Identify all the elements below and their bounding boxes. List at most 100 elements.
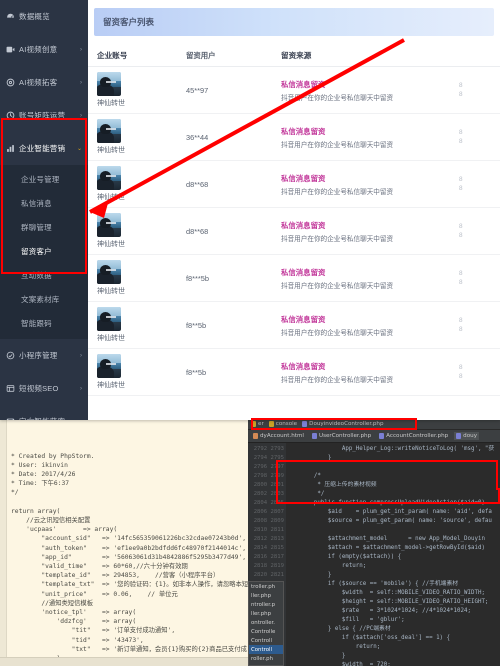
chevron-right-icon: › xyxy=(80,46,82,53)
sidebar-subitem-label: 文案素材库 xyxy=(21,294,60,304)
php-file-icon xyxy=(302,420,308,427)
avatar xyxy=(97,119,121,143)
sidebar-item-miniprogram[interactable]: 小程序管理 › xyxy=(0,339,88,372)
tab-douyinvideocontroller[interactable]: DouyinvideoController.php xyxy=(302,420,384,427)
table-row[interactable]: 神仙转世 f8**5b 私信消息留资 抖音用户在你的企业号私信聊天中留资 8 8 xyxy=(88,349,500,396)
sidebar-item-label: 定向智能获客 xyxy=(19,416,78,420)
table-header-row: 企业账号 留资用户 留资来源 xyxy=(88,45,500,67)
browser-app-window: 数据概览 AI视频创意 › AI视频拓客 › 账号矩阵运营 › 企业智能营销 ⌄… xyxy=(0,0,500,420)
sidebar-subitem-enterprise-account[interactable]: 企业号管理 xyxy=(0,167,88,191)
sidebar-subitem-group-chat[interactable]: 群聊管理 xyxy=(0,215,88,239)
source-description: 抖音用户在你的企业号私信聊天中留资 xyxy=(281,235,394,243)
tab-usercontroller-php[interactable]: UserController.php xyxy=(310,432,373,440)
sidebar-item-short-video-seo[interactable]: 短视频SEO › xyxy=(0,372,88,405)
phpstorm-right-editor[interactable]: er console DouyinvideoController.php dyA… xyxy=(248,418,500,666)
sidebar-subitem-lead-customers[interactable]: 留资客户 xyxy=(0,239,88,263)
sidebar-subitem-label: 群聊管理 xyxy=(21,222,52,232)
tab-label: console xyxy=(275,420,298,427)
ide-tabbar-bottom[interactable]: dyAccount.html UserController.php Accoun… xyxy=(248,430,500,443)
tab-label: dyAccount.html xyxy=(260,433,304,439)
file-list-item[interactable]: Controll xyxy=(249,645,283,654)
file-list-item[interactable]: Controll xyxy=(249,636,283,645)
ide-code-content[interactable]: App_Helper_Log::writeNoticeToLog( 'msg',… xyxy=(286,443,500,666)
cell-extra: 88 xyxy=(459,175,500,193)
tab-er[interactable]: er xyxy=(251,420,264,427)
cell-extra: 88 xyxy=(459,128,500,146)
cell-source: 私信消息留资 抖音用户在你的企业号私信聊天中留资 xyxy=(281,79,459,102)
php-file-icon xyxy=(379,433,385,439)
sidebar-item-account-matrix[interactable]: 账号矩阵运营 › xyxy=(0,99,88,132)
page-title: 留资客户列表 xyxy=(94,8,494,36)
cell-account: 神仙转世 xyxy=(88,119,186,155)
phpstorm-left-editor[interactable]: * Created by PhpStorm. * User: ikinvin *… xyxy=(0,418,248,666)
sidebar-item-enterprise-marketing[interactable]: 企业智能营销 ⌄ xyxy=(0,132,88,165)
file-list-item[interactable]: Controlle xyxy=(249,627,283,636)
table-row[interactable]: 神仙转世 d8**68 私信消息留资 抖音用户在你的企业号私信聊天中留资 8 8 xyxy=(88,208,500,255)
cell-user-id: d8**68 xyxy=(186,226,209,236)
file-list-item[interactable]: ontroller. xyxy=(249,618,283,627)
sidebar-subitem-private-message[interactable]: 私信消息 xyxy=(0,191,88,215)
sidebar-item-ai-video-acquisition[interactable]: AI视频拓客 › xyxy=(0,66,88,99)
sidebar-item-targeted-acquisition[interactable]: 定向智能获客 › xyxy=(0,405,88,420)
extra-line-1: 8 xyxy=(459,223,463,230)
cell-extra: 88 xyxy=(459,269,500,287)
extra-line-1: 8 xyxy=(459,317,463,324)
tab-douy-php[interactable]: douy xyxy=(454,432,480,440)
source-description: 抖音用户在你的企业号私信聊天中留资 xyxy=(281,329,394,337)
cell-account: 神仙转世 xyxy=(88,354,186,390)
sidebar-item-dashboard[interactable]: 数据概览 xyxy=(0,0,88,33)
cell-account: 神仙转世 xyxy=(88,72,186,108)
sidebar-subitem-label: 留资客户 xyxy=(21,246,52,256)
chevron-down-icon: ⌄ xyxy=(76,146,82,152)
file-list-item[interactable]: roller.ph xyxy=(249,654,283,663)
source-title: 私信消息留资 xyxy=(281,314,326,324)
tab-accountcontroller-php[interactable]: AccountController.php xyxy=(377,432,450,440)
ide-file-dropdown[interactable]: troller.ph ller.php ntroller.p ller.php ontr… xyxy=(248,581,284,666)
lead-customer-table: 企业账号 留资用户 留资来源 神仙转世 45**97 私信消息留资 抖音用户在你的企业… xyxy=(88,45,500,396)
avatar xyxy=(97,260,121,284)
extra-line-2: 8 xyxy=(459,185,463,192)
sidebar-subitem-copy-library[interactable]: 文案素材库 xyxy=(0,287,88,311)
tab-console[interactable]: console xyxy=(268,420,298,427)
table-row[interactable]: 神仙转世 d8**68 私信消息留资 抖音用户在你的企业号私信聊天中留资 8 8 xyxy=(88,161,500,208)
cell-user-id: d8**68 xyxy=(186,179,209,189)
extra-line-2: 8 xyxy=(459,91,463,98)
file-list-item[interactable]: troller.ph xyxy=(249,582,283,591)
extra-line-1: 8 xyxy=(459,364,463,371)
extra-line-2: 8 xyxy=(459,373,463,380)
chevron-right-icon: › xyxy=(80,385,82,392)
table-row[interactable]: 神仙转世 36**44 私信消息留资 抖音用户在你的企业号私信聊天中留资 8 8 xyxy=(88,114,500,161)
avatar xyxy=(97,166,121,190)
tab-label: er xyxy=(258,420,264,427)
sidebar-subitem-label: 互动数据 xyxy=(21,270,52,280)
dashboard-icon xyxy=(6,12,15,21)
cell-source: 私信消息留资 抖音用户在你的企业号私信聊天中留资 xyxy=(281,126,459,149)
chevron-right-icon: › xyxy=(80,79,82,86)
chevron-right-icon: › xyxy=(80,419,82,421)
file-list-item[interactable]: ntroller.p xyxy=(249,600,283,609)
mail-icon xyxy=(6,417,15,420)
tab-dyaccount-html[interactable]: dyAccount.html xyxy=(251,432,306,440)
sidebar-item-ai-video-creative[interactable]: AI视频创意 › xyxy=(0,33,88,66)
app-icon xyxy=(6,351,15,360)
sidebar-subitem-smart-code[interactable]: 智能跟码 xyxy=(0,311,88,335)
sidebar-item-label: 数据概览 xyxy=(19,12,50,21)
sidebar-nav: 数据概览 AI视频创意 › AI视频拓客 › 账号矩阵运营 › 企业智能营销 ⌄… xyxy=(0,0,88,420)
sidebar-subitem-interaction-data[interactable]: 互动数据 xyxy=(0,263,88,287)
source-title: 私信消息留资 xyxy=(281,79,326,89)
cell-source: 私信消息留资 抖音用户在你的企业号私信聊天中留资 xyxy=(281,361,459,384)
table-row[interactable]: 神仙转世 f8**5b 私信消息留资 抖音用户在你的企业号私信聊天中留资 8 8 xyxy=(88,302,500,349)
avatar xyxy=(97,354,121,378)
tab-label: douy xyxy=(463,433,478,439)
table-row[interactable]: 神仙转世 45**97 私信消息留资 抖音用户在你的企业号私信聊天中留资 8 8 xyxy=(88,67,500,114)
file-list-item[interactable]: ller.php xyxy=(249,609,283,618)
table-row[interactable]: 神仙转世 f8***5b 私信消息留资 抖音用户在你的企业号私信聊天中留资 8 8 xyxy=(88,255,500,302)
avatar xyxy=(97,213,121,237)
cell-extra: 88 xyxy=(459,222,500,240)
file-list-item[interactable]: ller.php xyxy=(249,591,283,600)
account-name: 神仙转世 xyxy=(97,335,125,342)
html-file-icon xyxy=(253,433,258,439)
sidebar-subitem-label: 企业号管理 xyxy=(21,174,60,184)
left-editor-code[interactable]: * Created by PhpStorm. * User: ikinvin *… xyxy=(2,452,248,666)
sidebar-submenu: 企业号管理 私信消息 群聊管理 留资客户 互动数据 文案素材库 智能跟码 xyxy=(0,165,88,339)
